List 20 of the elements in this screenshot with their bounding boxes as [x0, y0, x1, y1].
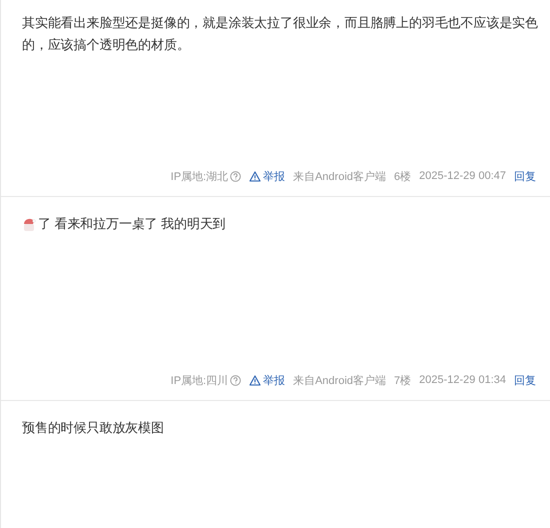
warning-icon [249, 170, 262, 182]
ip-location: IP属地:湖北 [170, 170, 228, 184]
post-text: 预售的时候只敢放灰模图 [22, 419, 164, 437]
emoji-icon [22, 216, 36, 232]
help-icon [230, 374, 242, 386]
reply-link[interactable]: 回复 [514, 372, 536, 388]
source-label: 来自Android客户端 [293, 170, 386, 184]
source-label: 来自Android客户端 [293, 374, 386, 388]
floor-number: 7楼 [394, 374, 412, 388]
post-text: 其实能看出来脸型还是挺像的，就是涂装太拉了很业余，而且胳膊上的羽毛也不应该是实色的，应该搞个透明色的材质。 [22, 14, 540, 54]
post-time: 2025-12-29 01:34 [419, 374, 506, 386]
report-link[interactable]: 举报 [249, 168, 286, 184]
help-icon [230, 170, 242, 182]
report-link[interactable]: 举报 [249, 372, 286, 388]
post-time: 2025-12-29 00:47 [419, 170, 506, 182]
warning-icon [249, 374, 262, 386]
post-text: 了 看来和拉万一桌了 我的明天到 [38, 215, 226, 233]
reply-link[interactable]: 回复 [514, 168, 536, 184]
floor-number: 6楼 [394, 170, 412, 184]
ip-location: IP属地:四川 [170, 374, 228, 388]
